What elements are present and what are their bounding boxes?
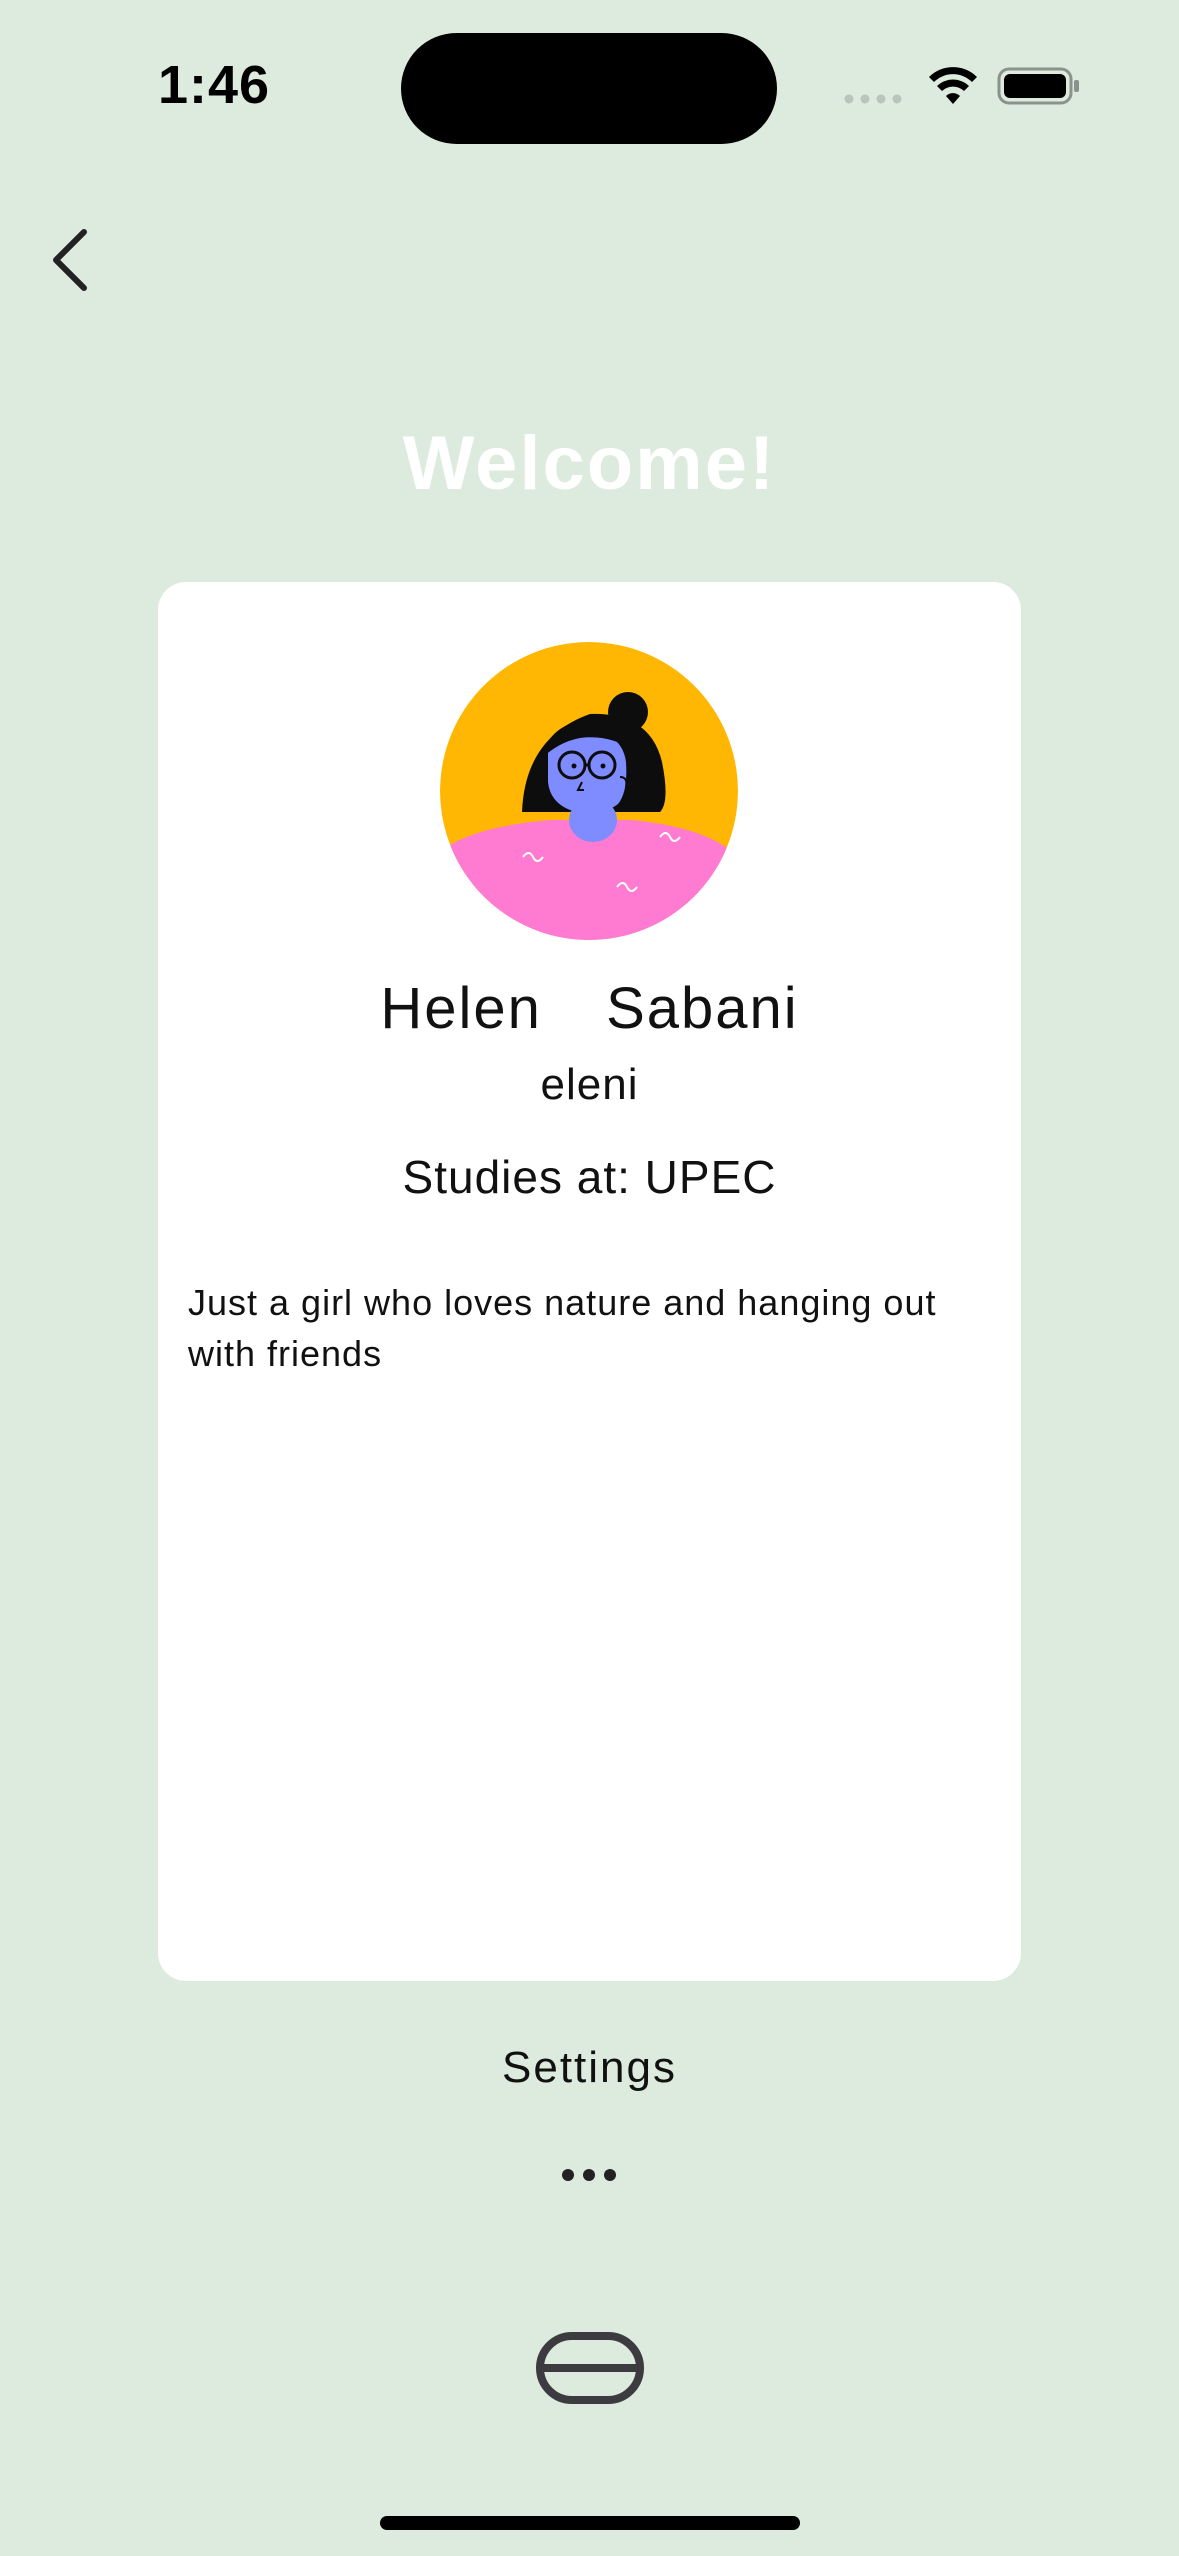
settings-button[interactable]: Settings <box>0 2043 1179 2093</box>
profile-full-name: Helen Sabani <box>380 976 799 1041</box>
status-time: 1:46 <box>158 55 271 115</box>
dynamic-island <box>401 33 777 144</box>
home-indicator[interactable] <box>380 2516 800 2530</box>
bottom-action-button[interactable] <box>534 2330 646 2406</box>
avatar[interactable] <box>440 642 738 940</box>
status-icons <box>840 62 1090 112</box>
profile-school: Studies at: UPEC <box>402 1151 777 1203</box>
page-title: Welcome! <box>402 421 777 506</box>
battery-icon <box>997 67 1079 105</box>
wifi-icon <box>929 67 977 104</box>
pill-icon <box>536 2332 644 2404</box>
profile-username: eleni <box>540 1060 639 1109</box>
profile-bio: Just a girl who loves nature and hanging… <box>188 1282 937 1374</box>
profile-card: Helen Sabani eleni Studies at: UPEC Just… <box>158 582 1021 1981</box>
more-dots-icon <box>562 2169 616 2181</box>
status-bar: 1:46 <box>0 0 1179 180</box>
cellular-signal-icon <box>844 94 902 104</box>
chevron-left-icon <box>53 229 87 291</box>
back-button[interactable] <box>30 220 110 300</box>
avatar-illustration <box>440 642 738 940</box>
more-button[interactable] <box>539 2155 639 2195</box>
